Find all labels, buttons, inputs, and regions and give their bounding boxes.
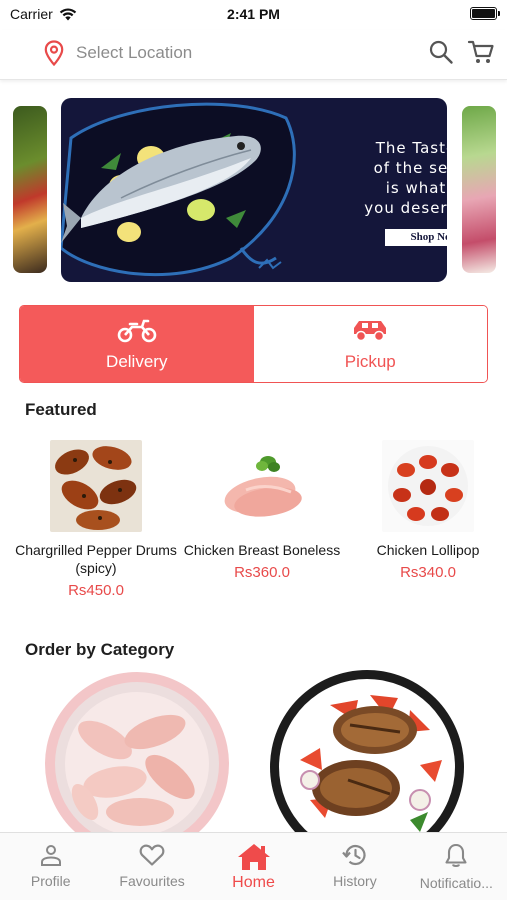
history-icon bbox=[342, 844, 366, 866]
product-image-chicken-breast bbox=[216, 440, 308, 532]
categories-title: Order by Category bbox=[25, 640, 175, 659]
tab-home[interactable]: Home bbox=[203, 833, 304, 900]
product-image-pepper-drums bbox=[50, 440, 142, 532]
featured-product-card[interactable]: Chicken Breast Boneless Rs360.0 bbox=[177, 440, 347, 581]
battery-icon bbox=[470, 7, 500, 20]
location-pin-icon[interactable] bbox=[44, 40, 64, 66]
featured-product-card[interactable]: Chargrilled Pepper Drums (spicy) Rs450.0 bbox=[11, 440, 181, 599]
category-image-raw-chicken bbox=[55, 682, 219, 846]
tab-label: History bbox=[333, 873, 377, 889]
featured-title: Featured bbox=[25, 400, 97, 419]
delivery-option[interactable]: Delivery bbox=[20, 306, 254, 382]
product-price: Rs450.0 bbox=[68, 582, 124, 599]
featured-product-card[interactable]: Chicken Lollipop Rs340.0 bbox=[343, 440, 507, 581]
banner-card-next[interactable] bbox=[462, 106, 496, 273]
shop-now-button[interactable]: Shop Now bbox=[385, 229, 447, 246]
banner-card-previous[interactable] bbox=[13, 106, 47, 273]
motorbike-icon bbox=[117, 319, 157, 343]
tab-favourites[interactable]: Favourites bbox=[101, 833, 202, 900]
location-selector[interactable]: Select Location bbox=[76, 43, 192, 63]
delivery-label: Delivery bbox=[106, 352, 168, 371]
banner-carousel[interactable]: The Taste of the sea is what you deserve… bbox=[0, 98, 507, 284]
heart-icon bbox=[139, 844, 165, 866]
banner-card-seafood[interactable]: The Taste of the sea is what you deserve… bbox=[61, 98, 447, 282]
search-icon[interactable] bbox=[428, 39, 454, 65]
home-icon bbox=[237, 844, 270, 870]
tab-label: Profile bbox=[30, 873, 71, 889]
clock: 2:41 PM bbox=[227, 6, 280, 22]
app-header: Select Location bbox=[0, 30, 507, 80]
tab-notifications[interactable]: Notificatio... bbox=[406, 833, 507, 900]
pickup-label: Pickup bbox=[344, 352, 396, 371]
cart-icon[interactable] bbox=[467, 38, 495, 66]
tab-history[interactable]: History bbox=[304, 833, 405, 900]
tab-label: Favourites bbox=[119, 873, 185, 889]
product-name: Chargrilled Pepper Drums (spicy) bbox=[15, 542, 177, 576]
product-name: Chicken Breast Boneless bbox=[183, 542, 341, 558]
status-bar: Carrier 2:41 PM bbox=[0, 0, 507, 30]
order-mode-toggle: Delivery Pickup bbox=[19, 305, 488, 383]
tab-profile[interactable]: Profile bbox=[0, 833, 101, 900]
bottom-tab-bar: Profile Favourites Home History Notifica… bbox=[0, 832, 507, 900]
category-chicken[interactable] bbox=[45, 672, 229, 856]
product-name: Chicken Lollipop bbox=[376, 542, 480, 558]
tab-label: Notificatio... bbox=[419, 875, 493, 891]
car-icon bbox=[354, 321, 387, 342]
banner-tagline: The Taste of the sea is what you deserve bbox=[364, 139, 447, 217]
product-price: Rs360.0 bbox=[234, 564, 290, 581]
bell-icon bbox=[445, 843, 467, 868]
tab-label: Home bbox=[232, 874, 275, 891]
person-icon bbox=[40, 845, 61, 866]
product-image-chicken-lollipop bbox=[382, 440, 474, 532]
product-price: Rs340.0 bbox=[400, 564, 456, 581]
pickup-option[interactable]: Pickup bbox=[253, 306, 487, 382]
